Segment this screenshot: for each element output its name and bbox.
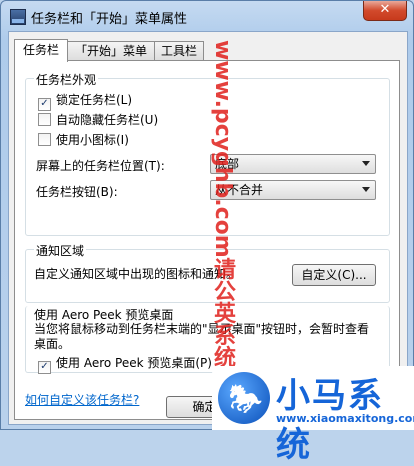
taskbar-app-icon	[10, 9, 26, 25]
tab-start-menu[interactable]: 「开始」菜单	[67, 41, 155, 61]
lock-taskbar-label: 锁定任务栏(L)	[56, 93, 133, 107]
checkbox-box	[38, 113, 51, 126]
checkbox-box	[38, 133, 51, 146]
autohide-checkbox[interactable]: 自动隐藏任务栏(U)	[38, 111, 158, 128]
checkmark-icon: ✓	[38, 361, 51, 374]
autohide-label: 自动隐藏任务栏(U)	[56, 113, 159, 127]
chevron-down-icon	[362, 187, 370, 192]
chevron-down-icon	[362, 161, 370, 166]
tab-toolbars[interactable]: 工具栏	[154, 41, 204, 61]
lock-taskbar-checkbox[interactable]: ✓ 锁定任务栏(L)	[38, 91, 132, 111]
aero-peek-heading: 使用 Aero Peek 预览桌面	[34, 308, 174, 322]
aero-peek-checkbox[interactable]: ✓ 使用 Aero Peek 预览桌面(P)	[38, 354, 212, 374]
logo-url: www.xiaomaxitong.com	[276, 412, 414, 425]
small-icons-label: 使用小图标(I)	[56, 133, 129, 147]
tab-taskbar[interactable]: 任务栏	[14, 39, 68, 62]
buttons-label: 任务栏按钮(B):	[36, 185, 118, 199]
watermark-text: www.pcyghb.com请公英系统	[210, 40, 235, 368]
notification-group-label: 通知区域	[34, 242, 87, 259]
window-title: 任务栏和「开始」菜单属性	[31, 12, 188, 27]
help-link[interactable]: 如何自定义该任务栏?	[25, 391, 139, 408]
checkmark-icon: ✓	[38, 98, 51, 111]
close-button[interactable]: ✕	[363, 1, 407, 21]
aero-peek-checkbox-label: 使用 Aero Peek 预览桌面(P)	[56, 356, 212, 370]
location-label: 屏幕上的任务栏位置(T):	[36, 159, 165, 173]
small-icons-checkbox[interactable]: 使用小图标(I)	[38, 131, 129, 148]
site-logo: 小马系统 www.xiaomaxitong.com	[212, 366, 414, 465]
customize-button[interactable]: 自定义(C)...	[292, 264, 376, 286]
horse-logo-icon	[218, 372, 270, 424]
appearance-group-label: 任务栏外观	[34, 71, 99, 88]
title-bar[interactable]: 任务栏和「开始」菜单属性 ✕	[1, 1, 413, 31]
